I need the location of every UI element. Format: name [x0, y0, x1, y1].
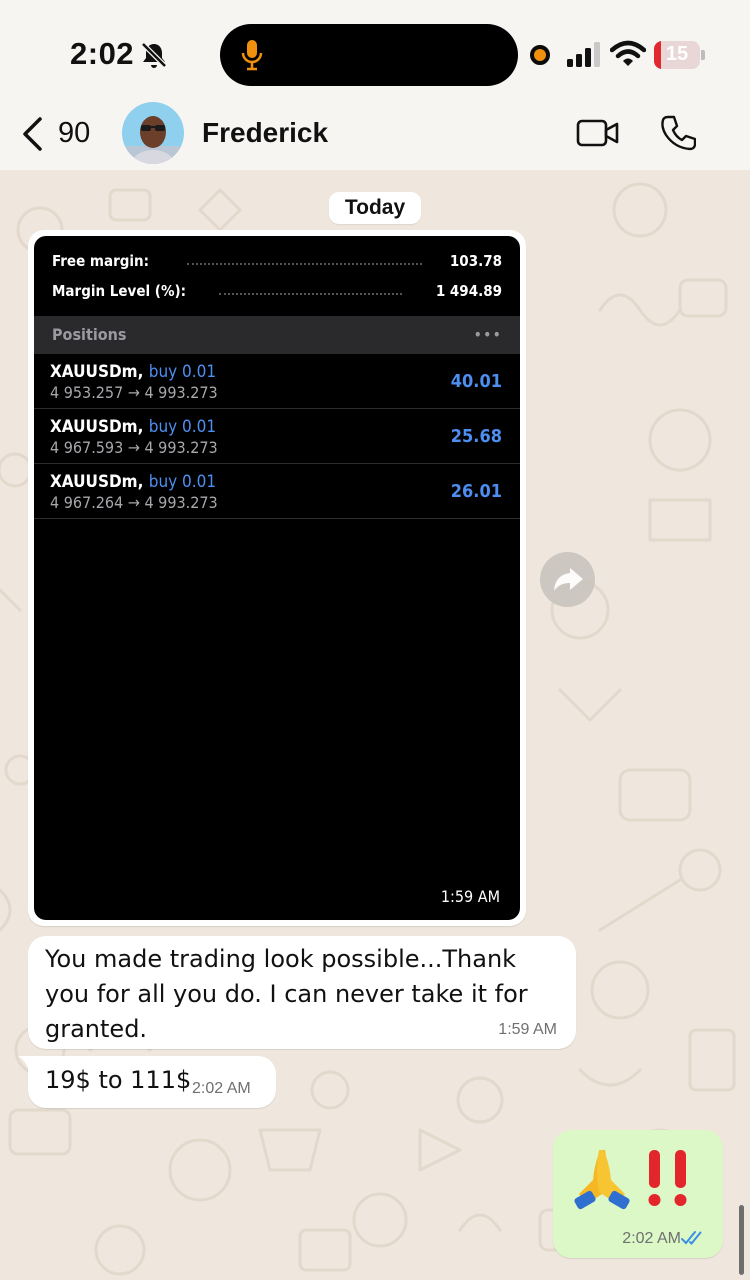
message-text: You made trading look possible...Thank y… — [45, 945, 528, 1043]
free-margin-value: 103.78 — [449, 252, 502, 270]
cellular-signal-icon — [567, 42, 600, 67]
position-profit: 40.01 — [450, 371, 502, 392]
image-message[interactable]: Free margin: 103.78 Margin Level (%): 1 … — [28, 230, 526, 926]
position-symbol: XAUUSDm, buy 0.01 — [50, 362, 217, 382]
margin-level-label: Margin Level (%): — [52, 282, 187, 300]
position-symbol: XAUUSDm, buy 0.01 — [50, 417, 217, 437]
unread-count[interactable]: 90 — [58, 117, 90, 150]
incoming-message[interactable]: You made trading look possible...Thank y… — [28, 936, 576, 1049]
message-text: 19$ to 111$ — [45, 1066, 192, 1094]
message-time: 2:02 AM — [192, 1080, 251, 1097]
wifi-icon — [610, 40, 646, 66]
message-time: 1:59 AM — [498, 1021, 557, 1038]
status-bar: 2:02 15 — [0, 0, 750, 105]
position-profit: 25.68 — [450, 426, 502, 447]
recording-indicator — [530, 45, 550, 65]
battery-indicator: 15 — [654, 41, 706, 69]
margin-level-row: Margin Level (%): 1 494.89 — [52, 282, 502, 308]
position-symbol: XAUUSDm, buy 0.01 — [50, 472, 217, 492]
chat-header: 90 Frederick — [0, 100, 750, 170]
position-prices: 4 967.264 → 4 993.273 — [50, 493, 218, 512]
read-receipt-icon — [681, 1231, 702, 1245]
position-row: XAUUSDm, buy 0.01 4 967.593 → 4 993.273 … — [34, 409, 520, 464]
scrollbar-thumb[interactable] — [739, 1205, 744, 1275]
contact-name[interactable]: Frederick — [202, 117, 328, 149]
free-margin-label: Free margin: — [52, 252, 150, 270]
positions-title: Positions — [52, 325, 127, 344]
trading-screenshot[interactable]: Free margin: 103.78 Margin Level (%): 1 … — [34, 236, 520, 920]
message-time: 1:59 AM — [440, 887, 500, 906]
voice-call-icon[interactable] — [660, 114, 696, 152]
positions-header: Positions ••• — [34, 316, 520, 354]
outgoing-message[interactable]: 2:02 AM — [553, 1130, 723, 1258]
back-chevron-icon[interactable] — [20, 116, 46, 152]
position-row: XAUUSDm, buy 0.01 4 953.257 → 4 993.273 … — [34, 354, 520, 409]
more-icon: ••• — [473, 325, 502, 344]
contact-avatar[interactable] — [122, 102, 184, 164]
position-row: XAUUSDm, buy 0.01 4 967.264 → 4 993.273 … — [34, 464, 520, 519]
forward-arrow-icon — [554, 568, 583, 591]
battery-percent: 15 — [665, 43, 689, 65]
status-time: 2:02 — [70, 36, 135, 71]
microphone-icon — [241, 40, 263, 71]
praying-hands-emoji-icon — [574, 1150, 687, 1210]
incoming-message[interactable]: 19$ to 111$ 2:02 AM — [28, 1056, 276, 1108]
message-time: 2:02 AM — [622, 1230, 681, 1247]
bell-off-icon — [141, 42, 167, 68]
date-chip: Today — [329, 192, 421, 224]
video-call-icon[interactable] — [576, 116, 620, 150]
margin-level-value: 1 494.89 — [435, 282, 502, 300]
forward-button[interactable] — [540, 552, 595, 607]
free-margin-row: Free margin: 103.78 — [52, 252, 502, 278]
position-profit: 26.01 — [450, 481, 502, 502]
position-prices: 4 953.257 → 4 993.273 — [50, 383, 218, 402]
position-prices: 4 967.593 → 4 993.273 — [50, 438, 218, 457]
